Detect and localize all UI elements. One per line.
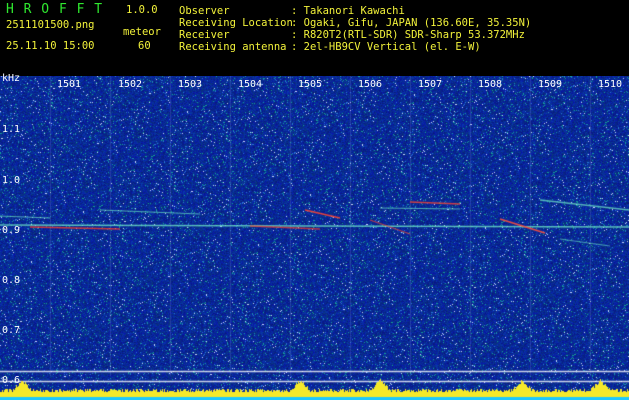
- x-tick-label: 1508: [478, 79, 503, 90]
- y-tick-label: 0.9: [2, 225, 21, 236]
- x-tick-label: 1506: [358, 79, 383, 90]
- app-title: H R O F F T: [6, 2, 104, 17]
- x-tick-label: 1509: [538, 79, 563, 90]
- y-tick-label: 0.6: [2, 375, 21, 386]
- x-tick-label: 1501: [57, 79, 82, 90]
- x-tick-label: 1504: [238, 79, 263, 90]
- mode-label: meteor: [123, 26, 161, 38]
- x-tick-label: 1502: [118, 79, 143, 90]
- info-value-antenna: : 2el-HB9CV Vertical (el. E-W): [291, 41, 481, 53]
- axis-unit-label: kHz: [2, 73, 21, 84]
- file-name: 2511101500.png: [6, 19, 95, 31]
- y-tick-label: 1.0: [2, 175, 21, 186]
- x-tick-label: 1503: [178, 79, 203, 90]
- x-tick-label: 1510: [598, 79, 623, 90]
- spectrogram-canvas[interactable]: [0, 76, 629, 400]
- x-tick-label: 1505: [298, 79, 323, 90]
- y-tick-label: 0.7: [2, 325, 21, 336]
- x-tick-label: 1507: [418, 79, 443, 90]
- info-key-antenna: Receiving antenna: [179, 41, 287, 53]
- app-version: 1.0.0: [126, 4, 158, 16]
- y-tick-label: 1.1: [2, 124, 21, 135]
- date-time: 25.11.10 15:00: [6, 40, 95, 52]
- y-tick-label: 0.8: [2, 275, 21, 286]
- mode-value: 60: [138, 40, 151, 52]
